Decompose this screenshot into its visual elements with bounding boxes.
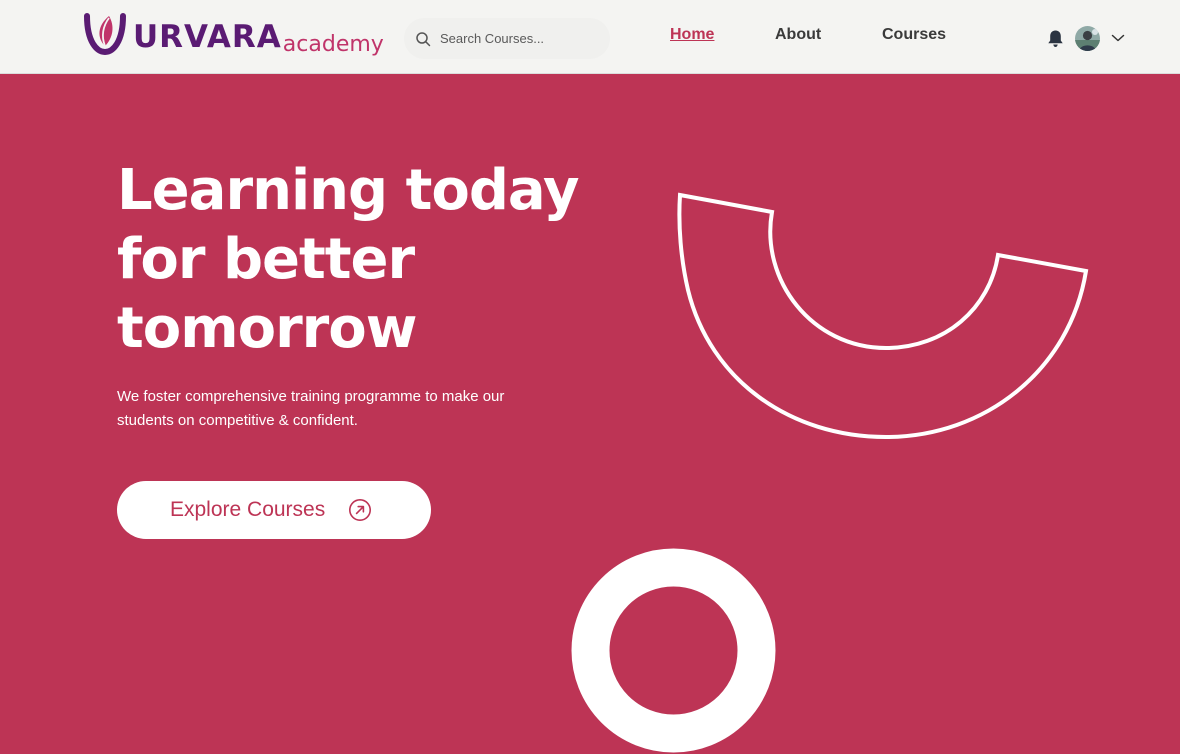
arrow-up-right-circle-icon [349,499,372,521]
decorative-ring-shape [571,548,776,753]
search-input[interactable] [440,31,600,46]
chevron-down-icon[interactable] [1111,33,1125,43]
bell-icon[interactable] [1047,29,1064,48]
brand-logo[interactable]: URVARA academy [83,10,384,56]
leaf-logo-icon [84,13,126,56]
nav-home-link[interactable]: Home [670,25,714,45]
hero-title: Learning today for better tomorrow [117,158,579,361]
search-icon [416,31,431,46]
search-box[interactable] [404,18,610,59]
nav-about-link[interactable]: About [775,25,821,45]
user-avatar[interactable] [1075,26,1100,51]
hero-subtitle: We foster comprehensive training program… [117,388,505,429]
brand-suffix: academy [282,32,384,57]
avatar-image [1075,26,1100,51]
site-header: URVARA academy Home About Courses [0,0,1180,74]
decorative-arc-shape [677,192,1089,440]
nav-courses-link[interactable]: Courses [882,25,946,45]
explore-courses-label: Explore Courses [170,498,326,521]
brand-name: URVARA [133,19,282,55]
explore-courses-button[interactable]: Explore Courses [117,481,431,539]
